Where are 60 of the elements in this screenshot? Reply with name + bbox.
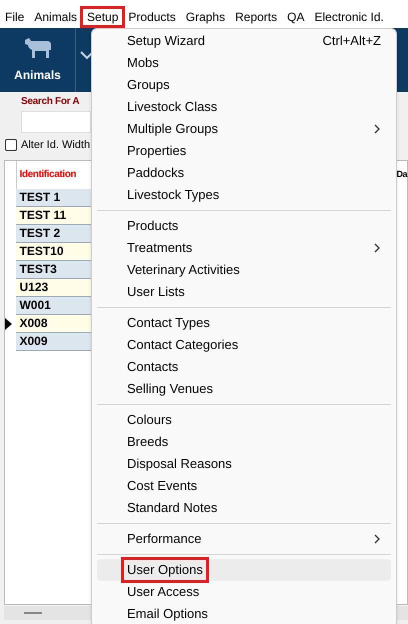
menu-item-label: Contacts [126,358,180,376]
menu-bar-item[interactable]: Products [123,8,181,26]
animals-button[interactable]: Animals [0,28,76,92]
menu-bar-item[interactable]: QA [282,8,310,26]
menu-item[interactable]: Cost Events [97,475,391,497]
menu-item-label: Properties [126,142,188,160]
menu-bar-item[interactable]: Electronic Id. [309,8,389,26]
menu-item[interactable]: User Options [97,559,391,581]
menu-item-label: Veterinary Activities [126,261,241,280]
menu-item-label: Performance [126,530,202,548]
menu-item-label: Livestock Class [126,98,218,116]
chevron-right-icon [374,534,381,544]
menu-bar-item[interactable]: File [0,8,30,26]
splitter-handle[interactable] [24,612,42,614]
menu-item[interactable]: Colours [97,409,391,431]
menu-item[interactable]: Livestock Class [97,96,391,118]
menu-item[interactable]: Multiple Groups [97,118,391,140]
menu-item[interactable]: User Access [97,581,391,603]
search-label: Search For A [21,95,80,109]
menu-bar-item[interactable]: Setup [82,8,124,26]
menu-item-label: Disposal Reasons [126,455,233,474]
menu-item[interactable]: Selling Venues [97,378,391,400]
menu-item-label: Contact Types [126,314,211,332]
menu-item-label: Setup Wizard [126,32,206,50]
menu-item[interactable]: Performance [97,528,391,550]
cow-icon [22,36,52,60]
menu-bar-item[interactable]: Animals [29,8,82,26]
menu-item-label: Standard Notes [126,499,218,518]
column-header[interactable]: Da [396,160,407,188]
menu-bar-item[interactable]: Graphs [180,8,230,26]
menu-item-label: Email Options [126,605,209,624]
menu-item[interactable]: Mobs [97,52,391,74]
shortcut-label: Ctrl+Alt+Z [322,32,381,50]
search-field[interactable] [21,111,91,133]
menu-item-label: Mobs [126,54,160,72]
menu-item[interactable]: Properties [97,140,391,162]
menu-item[interactable]: Disposal Reasons [97,453,391,475]
menu-item-label: Selling Venues [126,380,214,398]
menu-item[interactable]: Contacts [97,356,391,378]
menu-item-label: Multiple Groups [126,120,220,138]
menu-item-label: Paddocks [126,164,186,182]
menu-item[interactable]: Standard Notes [97,497,391,519]
menu-item-label: Colours [126,411,173,430]
menu-item-label: Livestock Types [126,186,220,204]
menu-bar-item[interactable]: Reports [230,8,282,26]
menu-item-label: User Options [124,560,206,580]
chevron-right-icon [374,243,381,253]
chevron-down-icon[interactable] [80,50,94,60]
chevron-right-icon [374,124,381,134]
menu-item[interactable]: Groups [97,74,391,96]
menu-item-label: User Access [126,583,200,602]
checkbox-label: Alter Id. Width [21,138,90,153]
menu-item-label: Cost Events [126,477,198,496]
menu-item[interactable]: Paddocks [97,162,391,184]
menu-item-label: Breeds [126,433,170,452]
menu-item[interactable]: Setup Wizard Ctrl+Alt+Z [97,30,391,52]
checkbox[interactable] [5,139,17,152]
menu-item-label: Groups [126,76,171,94]
menu-item[interactable]: Breeds [97,431,391,453]
menu-item[interactable]: Email Options [97,603,391,624]
